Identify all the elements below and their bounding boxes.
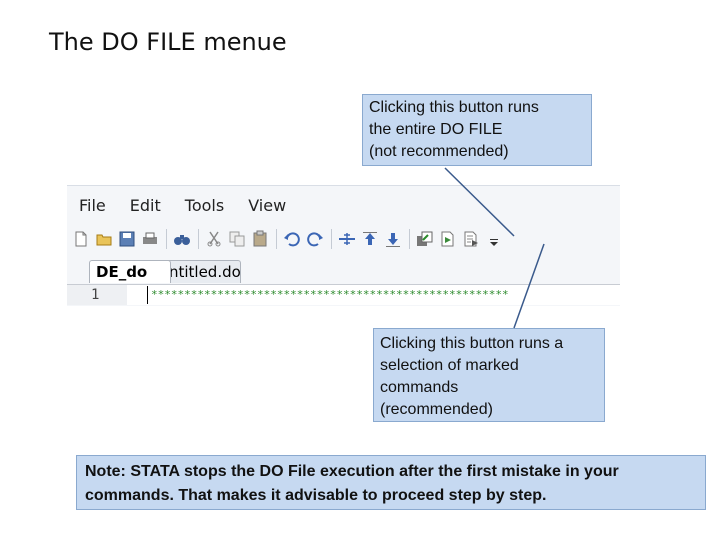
page-title: The DO FILE menue [49,28,287,56]
do-file-editor: File Edit Tools View Untitled.do DE_do 1… [67,185,620,306]
tab-de-do[interactable]: DE_do [89,260,171,283]
new-file-icon[interactable] [71,229,91,249]
run-selection-icon[interactable] [461,229,481,249]
save-icon[interactable] [117,229,137,249]
callout-run-all: Clicking this button runs the entire DO … [362,94,592,166]
show-file-icon[interactable] [415,229,435,249]
bookmark-toggle-icon[interactable] [337,229,357,249]
cut-icon[interactable] [204,229,224,249]
menu-view[interactable]: View [236,194,298,218]
toolbar-separator [409,229,410,249]
toolbar-separator [198,229,199,249]
open-folder-icon[interactable] [94,229,114,249]
bookmark-next-icon[interactable] [383,229,403,249]
code-line[interactable]: 1 **************************************… [67,285,620,305]
toolbar-separator [331,229,332,249]
menu-edit[interactable]: Edit [118,194,173,218]
menu-tools[interactable]: Tools [173,194,236,218]
menu-bar: File Edit Tools View [67,194,298,218]
tab-bar: Untitled.do DE_do [67,258,620,285]
callout-run-selection: Clicking this button runs a selection of… [373,328,605,422]
toolbar-options-icon[interactable] [484,229,504,249]
paste-icon[interactable] [250,229,270,249]
text-caret [147,286,148,304]
run-all-icon[interactable] [438,229,458,249]
toolbar-separator [276,229,277,249]
undo-icon[interactable] [282,229,302,249]
menu-file[interactable]: File [67,194,118,218]
redo-icon[interactable] [305,229,325,249]
line-content[interactable]: ****************************************… [151,285,607,305]
bookmark-prev-icon[interactable] [360,229,380,249]
print-icon[interactable] [140,229,160,249]
toolbar-separator [166,229,167,249]
copy-icon[interactable] [227,229,247,249]
find-icon[interactable] [172,229,192,249]
note-box: Note: STATA stops the DO File execution … [76,455,706,510]
line-number: 1 [67,285,127,305]
toolbar [71,226,507,252]
